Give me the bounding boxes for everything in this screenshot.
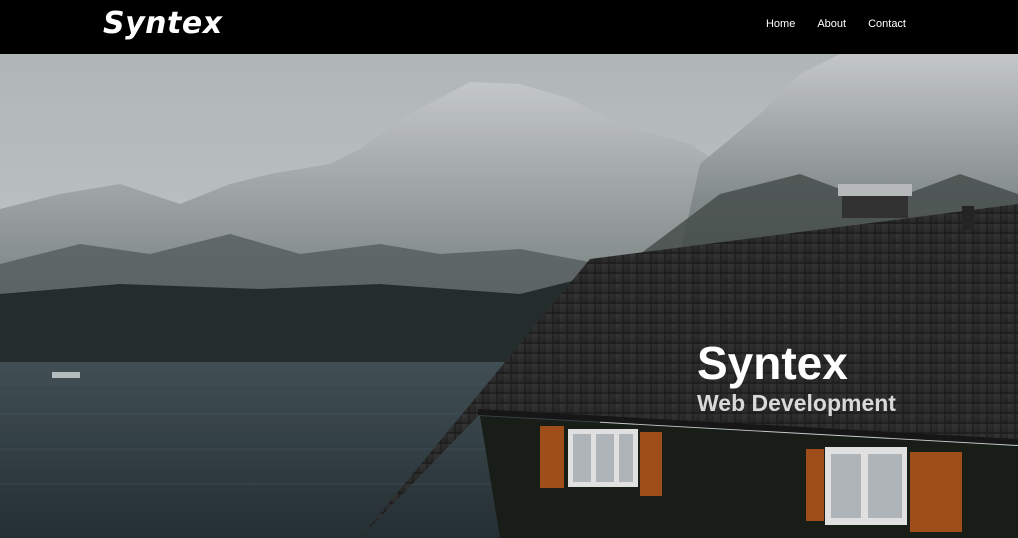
main-nav: Home About Contact xyxy=(766,18,906,30)
nav-contact-link[interactable]: Contact xyxy=(868,18,906,30)
hero-section: Syntex Web Development xyxy=(0,54,1018,538)
hero-title: Syntex xyxy=(697,337,848,389)
site-logo[interactable]: Syntex xyxy=(103,6,223,41)
hero-subtitle: Web Development xyxy=(697,390,896,416)
top-navbar: Syntex Home About Contact xyxy=(0,0,1018,54)
nav-home-link[interactable]: Home xyxy=(766,18,795,30)
hero-background-image xyxy=(0,54,1018,538)
nav-about-link[interactable]: About xyxy=(817,18,846,30)
